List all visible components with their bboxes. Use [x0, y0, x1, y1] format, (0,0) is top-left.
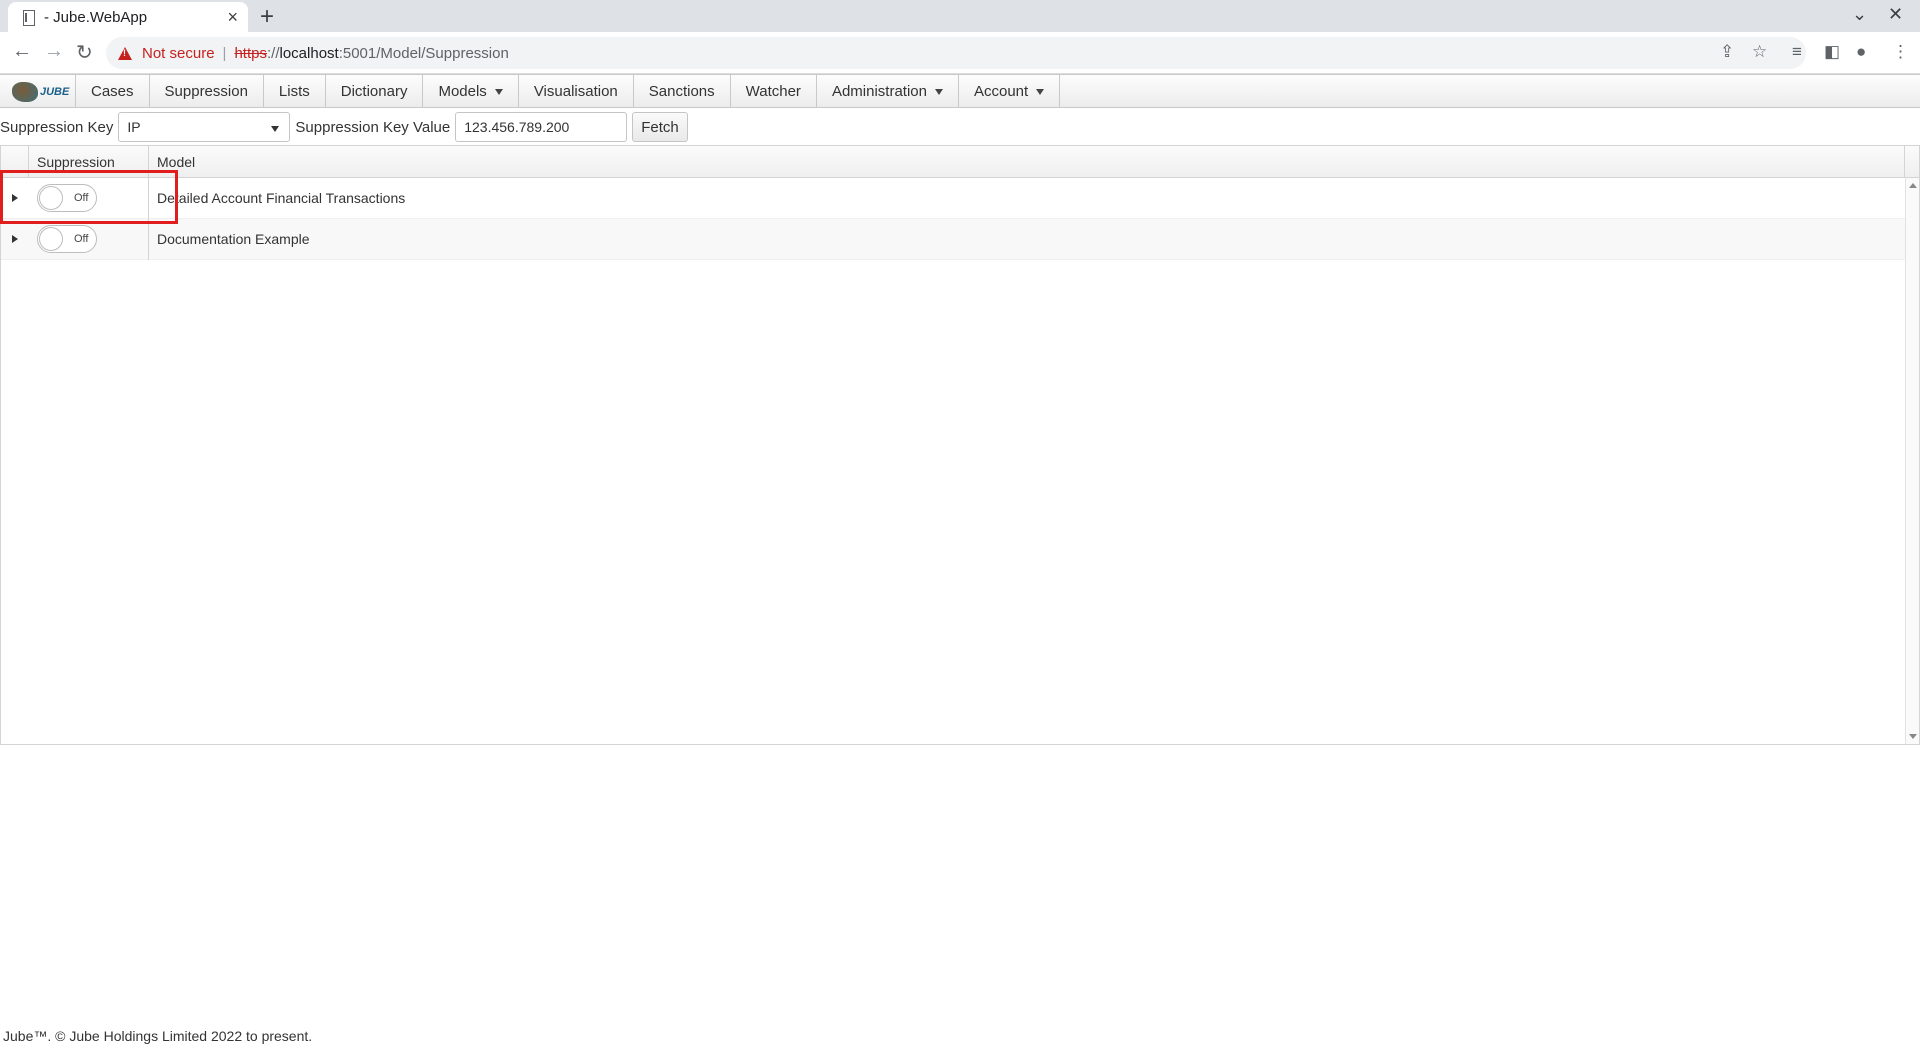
menu-suppression[interactable]: Suppression [150, 75, 264, 108]
row-expander[interactable] [1, 178, 29, 219]
menu-label: Models [438, 83, 487, 100]
back-icon[interactable]: ← [12, 40, 32, 63]
suppression-key-value-input[interactable] [455, 112, 628, 142]
menu-administration[interactable]: Administration [817, 75, 959, 108]
suppression-key-label: Suppression Key [0, 118, 114, 136]
menu-label: Sanctions [648, 83, 715, 100]
menu-visualisation[interactable]: Visualisation [519, 75, 634, 108]
suppression-cell: Off [29, 177, 149, 219]
caret-down-icon [934, 88, 943, 95]
scroll-down-icon[interactable] [1909, 734, 1917, 739]
sidepanel-icon[interactable]: ◧ [1824, 42, 1840, 62]
app-menu-bar: JUBE Cases Suppression Lists Dictionary … [0, 74, 1920, 108]
reload-icon[interactable]: ↻ [76, 40, 93, 65]
model-cell: Detailed Account Financial Transactions [157, 190, 406, 206]
media-icon[interactable]: ≡ [1792, 42, 1802, 62]
new-tab-icon[interactable]: + [260, 3, 274, 31]
toggle-knob [39, 227, 63, 251]
menu-label: Administration [831, 83, 927, 100]
suppression-grid: Suppression Model Off Detailed Account F… [0, 145, 1920, 745]
menu-label: Account [973, 83, 1029, 100]
fetch-button[interactable]: Fetch [632, 112, 688, 142]
dropdown-arrow-icon [271, 126, 280, 132]
toggle-label: Off [74, 192, 89, 204]
browser-tab[interactable]: - Jube.WebApp × [8, 2, 248, 32]
menu-label: Visualisation [533, 83, 618, 100]
chevron-down-icon[interactable]: ⌄ [1852, 4, 1867, 25]
logo-mark [12, 81, 38, 102]
star-icon[interactable]: ☆ [1752, 42, 1767, 62]
menu-cases[interactable]: Cases [76, 75, 150, 108]
url-scheme-sep: :// [266, 44, 280, 62]
logo-text: JUBE [40, 85, 70, 98]
menu-models[interactable]: Models [423, 75, 519, 108]
column-header-model[interactable]: Model [149, 146, 1905, 177]
warning-icon [118, 46, 132, 60]
expand-arrow-icon [12, 194, 18, 202]
share-icon[interactable]: ⇪ [1720, 42, 1734, 62]
menu-label: Watcher [745, 83, 801, 100]
url-separator: | [222, 44, 227, 62]
menu-lists[interactable]: Lists [264, 75, 326, 108]
url-scheme: https [234, 44, 267, 62]
browser-tab-bar: - Jube.WebApp × + ⌄ ✕ [0, 0, 1920, 32]
suppression-key-value: IP [127, 119, 141, 135]
menu-watcher[interactable]: Watcher [731, 75, 817, 108]
suppression-key-select[interactable]: IP [118, 112, 291, 142]
suppression-filter-bar: Suppression Key IP Suppression Key Value… [0, 110, 688, 144]
tab-title: - Jube.WebApp [44, 8, 148, 26]
profile-icon[interactable]: ● [1856, 42, 1866, 62]
column-header-suppression[interactable]: Suppression [29, 146, 149, 177]
jube-logo[interactable]: JUBE [0, 75, 76, 108]
grid-scrollbar[interactable] [1905, 178, 1919, 744]
not-secure-label: Not secure [142, 44, 215, 62]
caret-down-icon [1036, 88, 1045, 95]
url-field[interactable]: Not secure | https :// localhost :5001/M… [106, 37, 1806, 69]
url-host: localhost [279, 44, 339, 62]
url-path: :5001/Model/Suppression [338, 44, 509, 62]
expand-column-header [1, 146, 29, 177]
table-row: Off Detailed Account Financial Transacti… [1, 177, 1919, 219]
caret-down-icon [494, 88, 503, 95]
address-bar: ← → ↻ Not secure | https :// localhost :… [0, 32, 1920, 74]
menu-label: Cases [91, 83, 134, 100]
kebab-menu-icon[interactable]: ⋮ [1892, 42, 1909, 62]
window-close-icon[interactable]: ✕ [1888, 4, 1903, 25]
tab-close-icon[interactable]: × [227, 7, 238, 28]
footer-copyright: Jube™. © Jube Holdings Limited 2022 to p… [3, 1028, 313, 1044]
suppression-toggle[interactable]: Off [37, 184, 97, 212]
grid-header: Suppression Model [1, 146, 1919, 178]
menu-label: Lists [278, 83, 310, 100]
row-expander[interactable] [1, 219, 29, 260]
suppression-key-value-label: Suppression Key Value [295, 118, 451, 136]
table-row: Off Documentation Example [1, 218, 1919, 260]
toggle-label: Off [74, 233, 89, 245]
menu-account[interactable]: Account [959, 75, 1061, 108]
menu-label: Suppression [164, 83, 248, 100]
menu-label: Dictionary [340, 83, 408, 100]
toggle-knob [39, 186, 63, 210]
suppression-toggle[interactable]: Off [37, 225, 97, 253]
suppression-cell: Off [29, 218, 149, 260]
model-cell: Documentation Example [157, 231, 310, 247]
forward-icon[interactable]: → [44, 40, 64, 63]
menu-dictionary[interactable]: Dictionary [326, 75, 424, 108]
menu-sanctions[interactable]: Sanctions [634, 75, 731, 108]
scroll-up-icon[interactable] [1909, 183, 1917, 188]
page-icon [20, 9, 36, 26]
expand-arrow-icon [12, 235, 18, 243]
